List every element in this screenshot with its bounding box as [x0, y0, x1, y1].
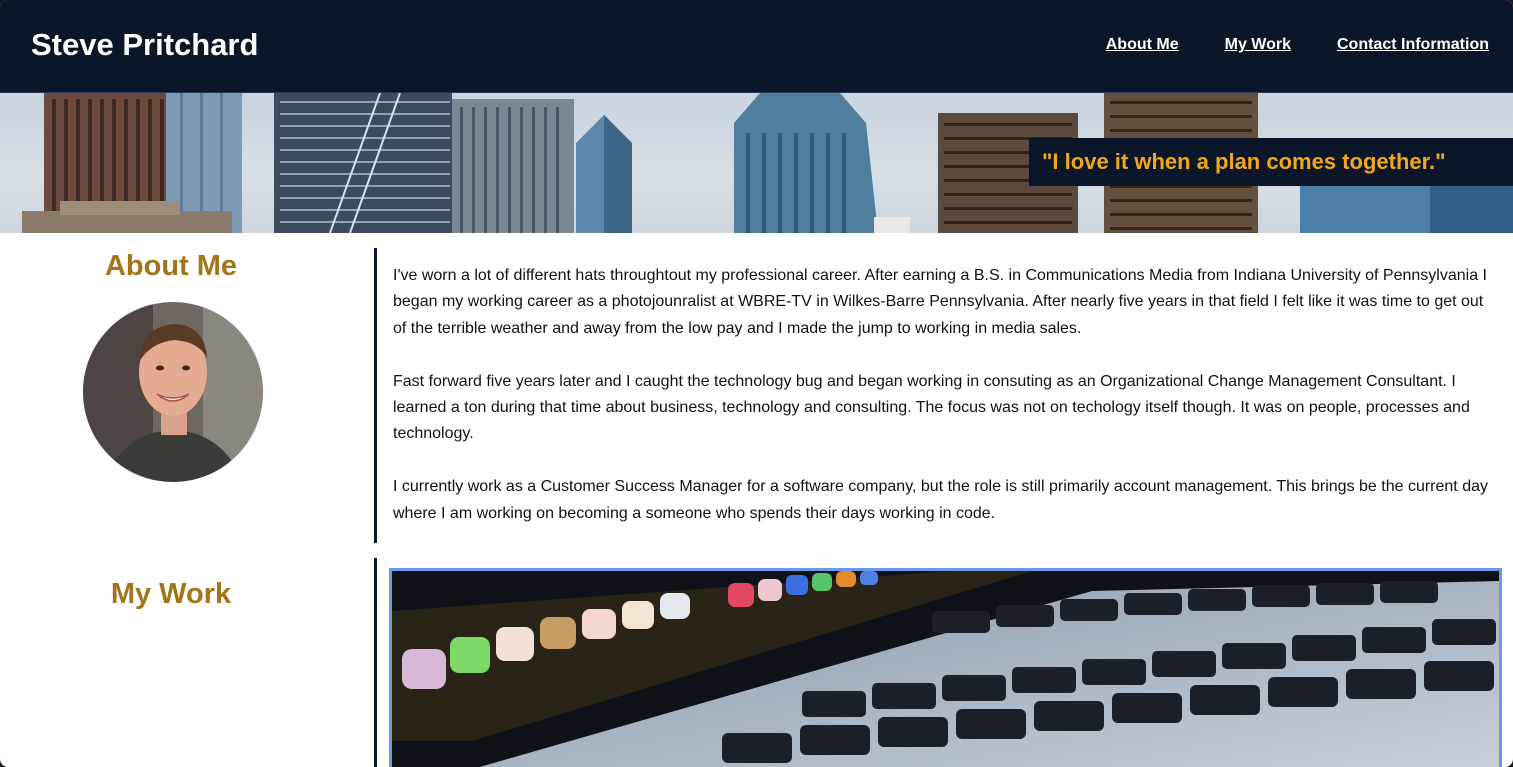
about-paragraph: Fast forward five years later and I caug… [393, 372, 1470, 443]
nav-link-contact-information[interactable]: Contact Information [1337, 36, 1489, 54]
laptop-keyboard-image [389, 568, 1502, 767]
site-header: Steve Pritchard About Me My Work Contact… [0, 0, 1513, 93]
site-title: Steve Pritchard [31, 27, 259, 62]
work-heading: My Work [110, 578, 232, 610]
about-divider [374, 248, 377, 543]
laptop-keyboard-graphic [392, 571, 1499, 767]
work-divider [374, 558, 377, 767]
hero-quote: "I love it when a plan comes together." [1029, 138, 1513, 186]
hero-banner: "I love it when a plan comes together." [0, 93, 1513, 233]
profile-photo [83, 302, 263, 482]
nav-link-about-me[interactable]: About Me [1106, 36, 1179, 54]
page: Steve Pritchard About Me My Work Contact… [0, 0, 1513, 767]
about-paragraph: I've worn a lot of different hats throug… [393, 267, 1487, 337]
main-nav: About Me My Work Contact Information [1106, 36, 1489, 54]
nav-link-my-work[interactable]: My Work [1225, 36, 1291, 54]
about-heading: About Me [104, 250, 238, 282]
profile-photo-image [83, 302, 263, 482]
about-paragraph: I currently work as a Customer Success M… [393, 478, 1488, 522]
about-text: I've worn a lot of different hats throug… [393, 263, 1493, 553]
